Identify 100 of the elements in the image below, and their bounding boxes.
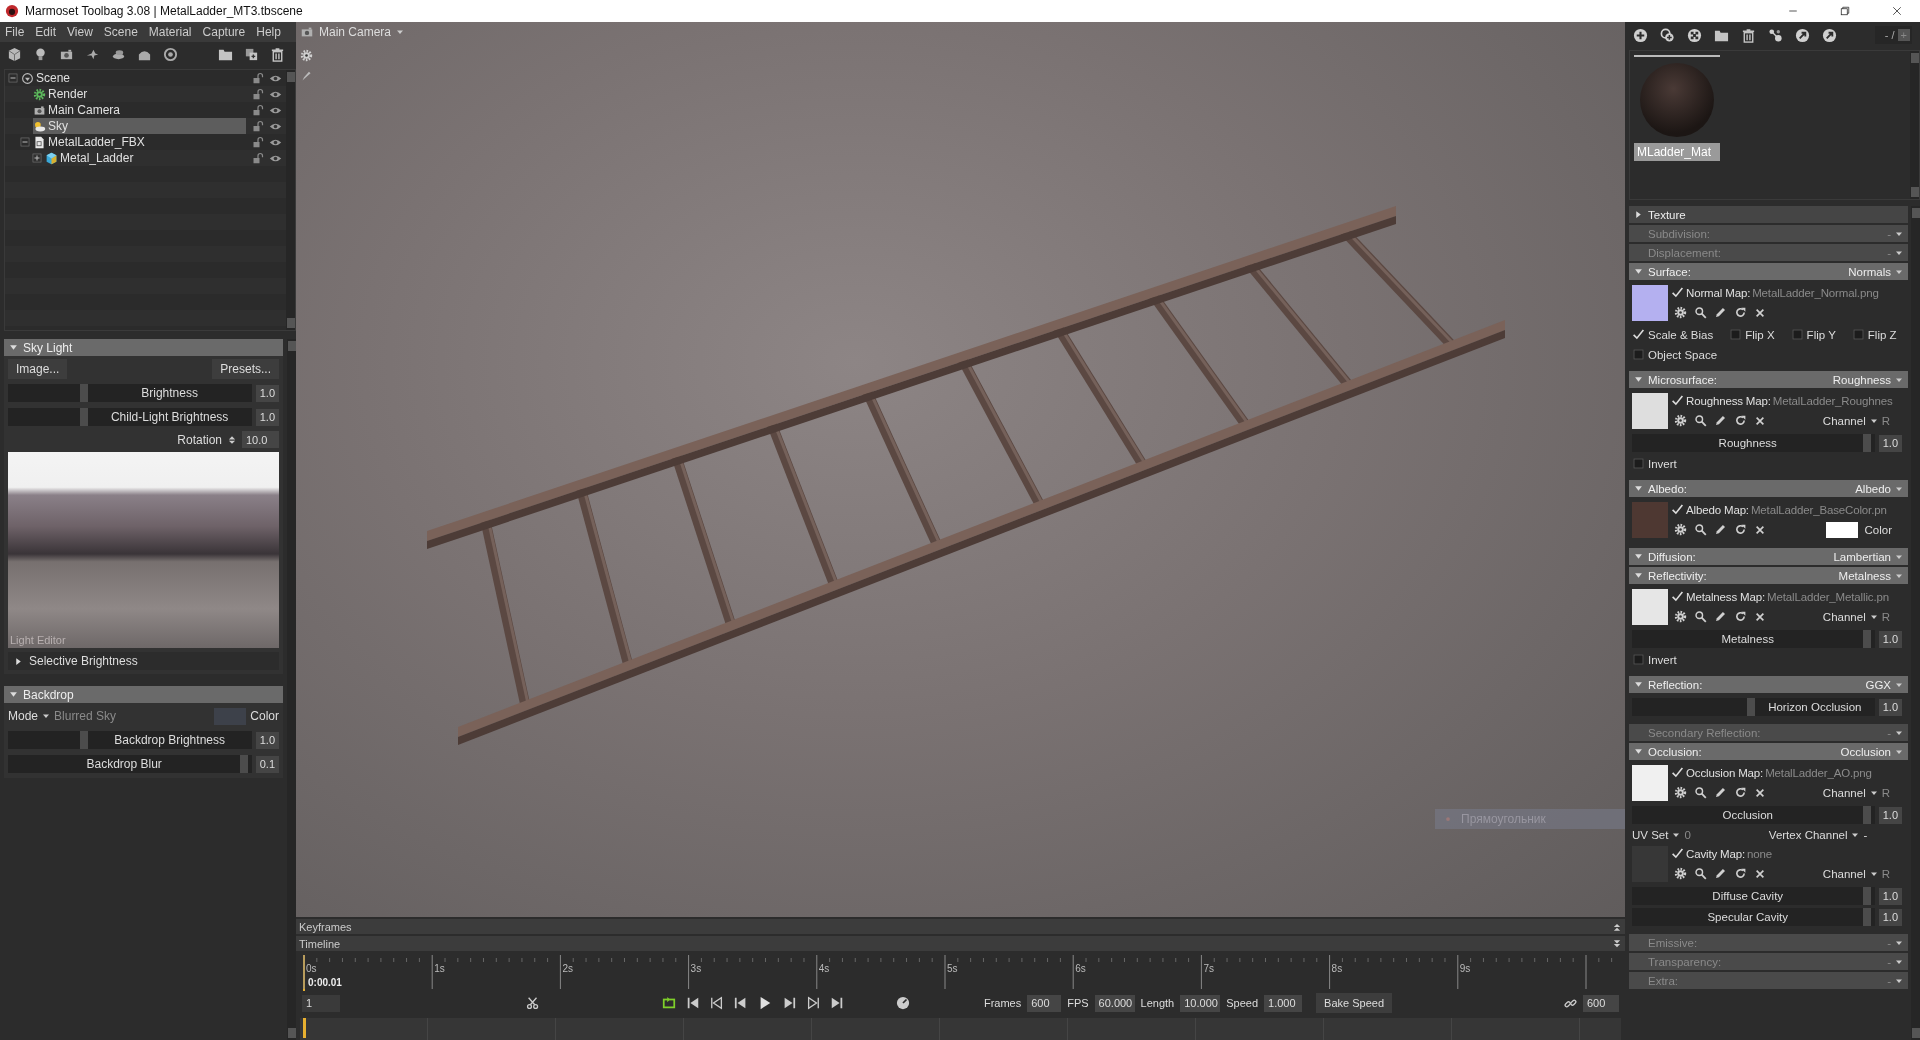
tree-item[interactable]: Sky: [33, 118, 246, 134]
lock-icon[interactable]: [252, 151, 264, 164]
section-header[interactable]: Albedo: Albedo: [1629, 480, 1908, 497]
search-icon[interactable]: [1694, 610, 1707, 623]
refresh-icon[interactable]: [1734, 786, 1747, 799]
expand-arrow-icon[interactable]: [1634, 210, 1643, 219]
pencil-icon[interactable]: [1714, 523, 1727, 536]
gear-icon[interactable]: [1674, 306, 1687, 319]
lock-icon[interactable]: [252, 103, 264, 116]
slider-handle[interactable]: [1746, 698, 1755, 716]
value-field[interactable]: 1.0: [1878, 434, 1902, 452]
camera-icon[interactable]: [59, 47, 74, 62]
scrollbar[interactable]: [287, 339, 296, 1040]
refresh-icon[interactable]: [1734, 523, 1747, 536]
lock-icon[interactable]: [252, 87, 264, 100]
section-dropdown[interactable]: Occlusion: [1840, 745, 1903, 758]
camera-dropdown[interactable]: Main Camera: [319, 25, 392, 39]
texture-thumbnail[interactable]: [1632, 589, 1668, 625]
expand-toggle-icon[interactable]: [8, 73, 18, 83]
close-icon[interactable]: [1754, 786, 1766, 799]
value-field[interactable]: 1.0: [1878, 908, 1902, 926]
color-swatch[interactable]: [1825, 521, 1858, 538]
gear-icon[interactable]: [1674, 523, 1687, 536]
section-header[interactable]: Occlusion: Occlusion: [1629, 743, 1908, 760]
mode-dropdown[interactable]: Blurred Sky: [42, 709, 117, 723]
checker-icon[interactable]: [1687, 27, 1702, 43]
brush-icon[interactable]: [300, 70, 313, 83]
lock-icon[interactable]: [252, 119, 264, 132]
arrow-circle-icon[interactable]: [1795, 27, 1810, 43]
channel-value[interactable]: R: [1881, 414, 1890, 427]
expand-icon[interactable]: [1612, 938, 1622, 949]
slider-track[interactable]: Specular Cavity: [1632, 908, 1875, 926]
gear-icon[interactable]: [1674, 867, 1687, 880]
slider-handle[interactable]: [79, 408, 88, 426]
skip-end-icon[interactable]: [830, 996, 844, 1010]
lock-icon[interactable]: [252, 71, 264, 84]
value-field[interactable]: 60.000: [1094, 994, 1135, 1012]
duplicate-icon[interactable]: [244, 47, 259, 62]
pencil-icon[interactable]: [1714, 306, 1727, 319]
step-forward-icon[interactable]: [782, 996, 796, 1010]
skip-start-icon[interactable]: [686, 996, 700, 1010]
pencil-icon[interactable]: [1714, 610, 1727, 623]
value-field[interactable]: 1.000: [1264, 994, 1303, 1012]
tree-item[interactable]: Scene: [21, 70, 246, 86]
expand-toggle-icon[interactable]: [20, 137, 30, 147]
search-icon[interactable]: [1694, 786, 1707, 799]
checkbox[interactable]: [1632, 653, 1645, 666]
pencil-icon[interactable]: [1714, 414, 1727, 427]
restore-icon[interactable]: [1839, 5, 1851, 17]
slider-track[interactable]: Horizon Occlusion: [1632, 698, 1875, 716]
disc-icon[interactable]: [163, 47, 178, 62]
slider-handle[interactable]: [79, 731, 88, 749]
value-field[interactable]: 0.1: [255, 755, 279, 773]
texture-thumbnail[interactable]: [1632, 393, 1668, 429]
gauge-icon[interactable]: [896, 996, 910, 1010]
slider-track[interactable]: Brightness: [8, 384, 252, 402]
gear-icon[interactable]: [1674, 786, 1687, 799]
subsection-header[interactable]: Selective Brightness: [8, 652, 279, 670]
channel-value[interactable]: R: [1881, 786, 1890, 799]
menu-item[interactable]: Material: [148, 25, 192, 39]
slider-track[interactable]: Child-Light Brightness: [8, 408, 252, 426]
section-dropdown[interactable]: Normals: [1848, 265, 1903, 278]
search-icon[interactable]: [1694, 523, 1707, 536]
slider-handle[interactable]: [1863, 630, 1872, 648]
pencil-icon[interactable]: [1714, 786, 1727, 799]
close-icon[interactable]: [1754, 867, 1766, 880]
bake-speed-button[interactable]: Bake Speed: [1316, 993, 1392, 1013]
refresh-icon[interactable]: [1734, 610, 1747, 623]
clouds-icon[interactable]: [111, 47, 126, 62]
slider-handle[interactable]: [240, 755, 249, 773]
add-icon[interactable]: [1633, 27, 1648, 43]
step-back-icon[interactable]: [734, 996, 748, 1010]
menu-item[interactable]: File: [5, 25, 25, 39]
presets-button[interactable]: Presets...: [212, 359, 279, 379]
pencil-icon[interactable]: [1714, 867, 1727, 880]
checkbox[interactable]: [1790, 328, 1804, 341]
lock-icon[interactable]: [252, 135, 264, 148]
caret-icon[interactable]: [1851, 831, 1860, 839]
slider-handle[interactable]: [1863, 908, 1872, 926]
slider-track[interactable]: Metalness: [1632, 630, 1875, 648]
checkbox[interactable]: [1851, 328, 1865, 341]
slider-handle[interactable]: [1863, 434, 1872, 452]
color-swatch[interactable]: [214, 707, 247, 725]
section-dropdown[interactable]: Roughness: [1832, 373, 1903, 386]
scrollbar[interactable]: [1911, 206, 1920, 1040]
lightbulb-icon[interactable]: [33, 47, 48, 62]
nodes-icon[interactable]: [1768, 27, 1783, 43]
value-field[interactable]: 1.0: [255, 408, 279, 426]
close-icon[interactable]: [1754, 610, 1766, 623]
menu-item[interactable]: Help: [256, 25, 281, 39]
slider-track[interactable]: Diffuse Cavity: [1632, 887, 1875, 905]
value-field[interactable]: 600: [1583, 994, 1619, 1012]
checkbox[interactable]: [1729, 328, 1743, 341]
section-header[interactable]: Surface: Normals: [1629, 263, 1908, 280]
value-field[interactable]: 1.0: [255, 384, 279, 402]
checkbox[interactable]: [1632, 457, 1645, 470]
dropdown-value[interactable]: -: [1863, 829, 1868, 841]
section-header[interactable]: Microsurface: Roughness: [1629, 371, 1908, 388]
search-icon[interactable]: [1694, 414, 1707, 427]
close-icon[interactable]: [1754, 523, 1766, 536]
